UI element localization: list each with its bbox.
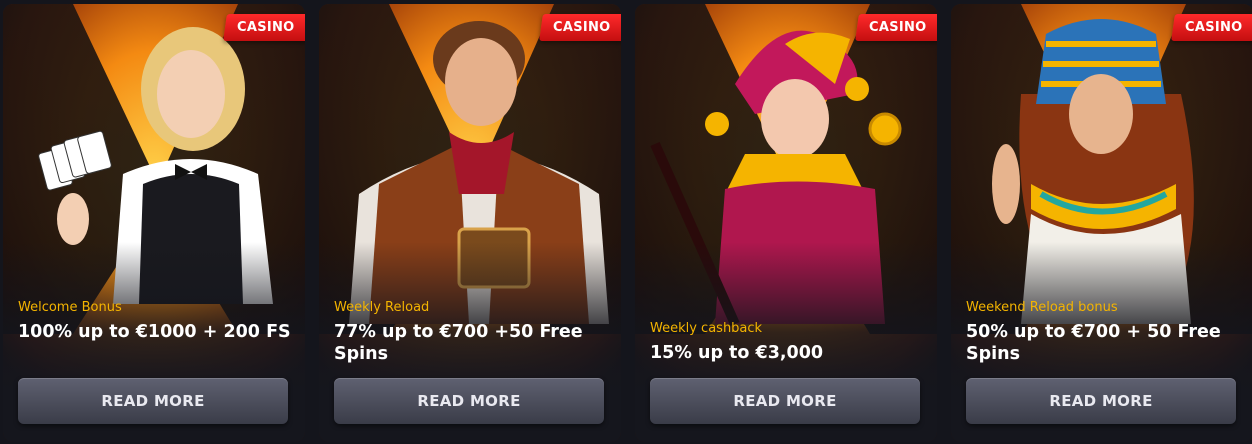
promo-card-weekly-cashback[interactable]: CASINO Weekly cashback 15% up to €3,000 … bbox=[635, 4, 937, 442]
card-title: 77% up to €700 +50 Free Spins bbox=[334, 322, 583, 364]
card-text: Weekly Reload 77% up to €700 +50 Free Sp… bbox=[334, 300, 609, 365]
promo-card-weekly-reload[interactable]: CASINO Weekly Reload 77% up to €700 +50 … bbox=[319, 4, 621, 442]
card-title: 100% up to €1000 + 200 FS bbox=[18, 322, 291, 342]
promo-card-welcome-bonus[interactable]: CASINO Welcome Bonus 100% up to €1000 + … bbox=[3, 4, 305, 442]
card-subtitle: Welcome Bonus bbox=[18, 300, 122, 315]
card-subtitle: Weekly Reload bbox=[334, 300, 430, 315]
card-title: 50% up to €700 + 50 Free Spins bbox=[966, 322, 1221, 364]
card-text: Weekend Reload bonus 50% up to €700 + 50… bbox=[966, 300, 1241, 365]
card-subtitle: Weekly cashback bbox=[650, 321, 763, 336]
casino-badge: CASINO bbox=[223, 14, 305, 41]
card-title: 15% up to €3,000 bbox=[650, 343, 824, 363]
read-more-button[interactable]: READ MORE bbox=[18, 378, 288, 424]
card-text: Welcome Bonus 100% up to €1000 + 200 FS bbox=[18, 300, 293, 343]
promo-cards-row: CASINO Welcome Bonus 100% up to €1000 + … bbox=[0, 0, 1252, 444]
casino-badge: CASINO bbox=[539, 14, 621, 41]
promo-card-weekend-reload[interactable]: CASINO Weekend Reload bonus 50% up to €7… bbox=[951, 4, 1252, 442]
read-more-button[interactable]: READ MORE bbox=[966, 378, 1236, 424]
casino-badge: CASINO bbox=[1171, 14, 1252, 41]
card-text: Weekly cashback 15% up to €3,000 bbox=[650, 321, 925, 364]
card-subtitle: Weekend Reload bonus bbox=[966, 300, 1118, 315]
casino-badge: CASINO bbox=[855, 14, 937, 41]
read-more-button[interactable]: READ MORE bbox=[650, 378, 920, 424]
read-more-button[interactable]: READ MORE bbox=[334, 378, 604, 424]
